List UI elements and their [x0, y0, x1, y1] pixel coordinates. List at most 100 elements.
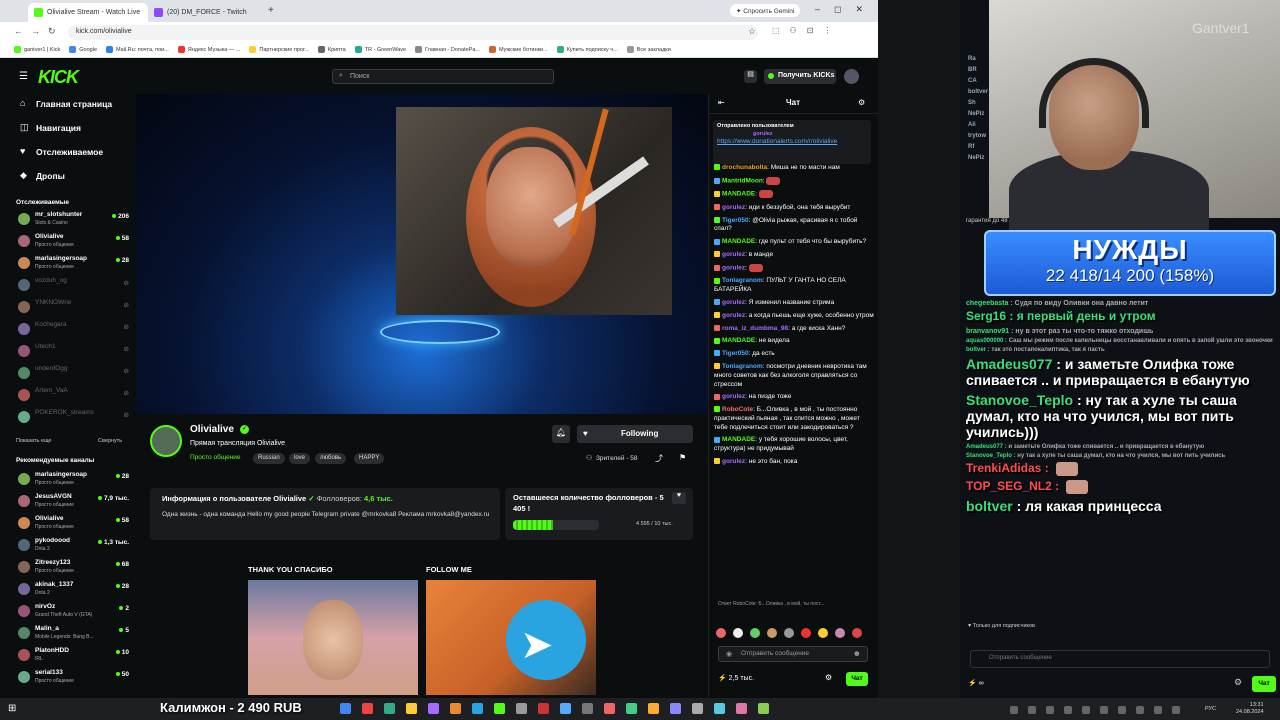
taskbar-app-icon[interactable]	[428, 703, 439, 714]
sidebar-channel[interactable]: pykodoood Dota 2 1,3 тыс.	[14, 536, 129, 556]
bookmark-item[interactable]: Мужские ботинки...	[488, 46, 548, 53]
clock[interactable]: 13:31 24.08.2024	[1236, 702, 1264, 716]
taskbar-app-icon[interactable]	[692, 703, 703, 714]
user-avatar[interactable]	[844, 69, 859, 84]
tray-icon[interactable]	[1046, 706, 1054, 714]
sidebar-channel[interactable]: Malin_a Mobile Legends: Bang B... 5	[14, 624, 129, 644]
bookmark-item[interactable]: Главная - DonatePa...	[415, 46, 480, 53]
bookmark-item[interactable]: Крипта	[317, 46, 346, 53]
nav-browse[interactable]: Навигация	[36, 123, 81, 133]
tab-twitch[interactable]: (20) DM_FORCE - Twitch	[148, 3, 266, 22]
overlay-gear-icon[interactable]: ⚙	[1234, 677, 1242, 688]
taskbar-app-icon[interactable]	[604, 703, 615, 714]
sidebar-channel[interactable]: YNKNOWne ⊘	[14, 298, 129, 318]
taskbar-app-icon[interactable]	[516, 703, 527, 714]
nav-drops[interactable]: Дропы	[36, 171, 65, 181]
streamer-name[interactable]: Olivialive	[190, 424, 234, 435]
chat-username[interactable]: gorulez	[722, 251, 745, 258]
tray-icon[interactable]	[1154, 706, 1162, 714]
star-icon[interactable]: ☆	[748, 26, 756, 37]
sidebar-channel[interactable]: Artem_VaA ⊘	[14, 386, 129, 406]
show-more-link[interactable]: Показать еще	[16, 438, 52, 444]
panel-image-thanks[interactable]	[248, 580, 418, 695]
chat-username[interactable]: MANDADE	[722, 191, 755, 198]
sidebar-channel[interactable]: Zitreezy123 Просто общение 68	[14, 558, 129, 578]
taskbar-app-icon[interactable]	[384, 703, 395, 714]
emote-icon[interactable]	[835, 628, 845, 638]
tag[interactable]: Russian	[253, 453, 285, 464]
tray-icon[interactable]	[1064, 706, 1072, 714]
bookmark-item[interactable]: TR - GreenWave	[354, 46, 406, 53]
taskbar-app-icon[interactable]	[538, 703, 549, 714]
nav-home[interactable]: Главная страница	[36, 99, 112, 109]
sidebar-channel[interactable]: mr_slotshunter Slots & Casino 206	[14, 210, 129, 230]
bookmark-item[interactable]: gantver1 | Kick	[14, 46, 60, 53]
sidebar-channel[interactable]: Olivialive Просто общение 58	[14, 514, 129, 534]
taskbar-app-icon[interactable]	[472, 703, 483, 714]
taskbar-app-icon[interactable]	[582, 703, 593, 714]
emote-icon[interactable]	[801, 628, 811, 638]
bookmark-item[interactable]: Google	[69, 46, 97, 53]
tray-icon[interactable]	[1010, 706, 1018, 714]
url-field[interactable]: kick.com/olivialive	[68, 25, 758, 40]
taskbar-app-icon[interactable]	[714, 703, 725, 714]
library-icon[interactable]: ▤	[744, 70, 757, 83]
sidebar-channel[interactable]: PlatonHDD IRL 10	[14, 646, 129, 666]
sidebar-channel[interactable]: marlasingersoap Просто общение 28	[14, 254, 129, 274]
tag[interactable]: HAPPY	[354, 453, 385, 464]
menu-icon[interactable]: ☰	[19, 71, 28, 82]
sidebar-channel[interactable]: Kochegara ⊘	[14, 320, 129, 340]
emote-icon[interactable]	[716, 628, 726, 638]
follow-button[interactable]: ♥ Following	[577, 425, 693, 443]
overlay-chat-input[interactable]: Отправить сообщение	[970, 650, 1270, 668]
chat-username[interactable]: gorulez	[722, 312, 745, 319]
sidebar-channel[interactable]: vozduh_og ⊘	[14, 276, 129, 296]
taskbar-app-icon[interactable]	[450, 703, 461, 714]
chat-username[interactable]: Tonlagranom	[722, 277, 763, 284]
report-icon[interactable]: ⚑	[679, 453, 686, 462]
start-icon[interactable]: ⊞	[8, 703, 16, 714]
get-kicks-button[interactable]: Получить KICKs	[764, 69, 836, 84]
sidebar-channel[interactable]: Utech1 ⊘	[14, 342, 129, 362]
bookmark-item[interactable]: Mail.Ru: почта, пои...	[106, 46, 169, 53]
tray-icon[interactable]	[1100, 706, 1108, 714]
emote-icon[interactable]	[733, 628, 743, 638]
sidebar-channel[interactable]: marlasingersoap Просто общение 28	[14, 470, 129, 490]
chat-username[interactable]: MANDADE	[722, 436, 755, 443]
taskbar-app-icon[interactable]	[340, 703, 351, 714]
chat-username[interactable]: MANDADE	[722, 337, 755, 344]
taskbar-app-icon[interactable]	[626, 703, 637, 714]
bookmark-item[interactable]: Купить подписку ч...	[556, 46, 618, 53]
tray-icon[interactable]	[1082, 706, 1090, 714]
chat-username[interactable]: gorulez	[722, 204, 745, 211]
chat-username[interactable]: Tiger050	[722, 217, 749, 224]
taskbar-app-icon[interactable]	[362, 703, 373, 714]
chat-username[interactable]: gorulez	[722, 265, 745, 272]
chat-username[interactable]: roma_iz_dumbma_98	[722, 325, 788, 332]
sidebar-channel[interactable]: akinak_1337 Dota 2 28	[14, 580, 129, 600]
chat-username[interactable]: drochunabolta	[722, 164, 767, 171]
emote-icon[interactable]	[750, 628, 760, 638]
taskbar-app-icon[interactable]	[648, 703, 659, 714]
share-icon[interactable]: ⤴	[655, 453, 663, 464]
chat-username[interactable]: gorulez	[722, 458, 745, 465]
bookmark-item[interactable]: Яндекс Музыка — ...	[177, 46, 240, 53]
sidebar-channel[interactable]: JesusAVGN Просто общение 7,9 тыс.	[14, 492, 129, 512]
emote-icon[interactable]	[767, 628, 777, 638]
sidebar-channel[interactable]: underdOgg ⊘	[14, 364, 129, 384]
taskbar-app-icon[interactable]	[670, 703, 681, 714]
tag[interactable]: love	[289, 453, 311, 464]
chat-gear-icon[interactable]: ⚙	[825, 673, 832, 682]
overlay-chat-icons[interactable]: ⚡ ∞	[968, 679, 984, 687]
nav-following[interactable]: Отслеживаемое	[36, 147, 103, 157]
tray-icon[interactable]	[1136, 706, 1144, 714]
bookmark-item[interactable]: Все закладки	[626, 46, 671, 53]
bookmark-item[interactable]: Партнерские прог...	[249, 46, 309, 53]
taskbar-app-icon[interactable]	[560, 703, 571, 714]
sidebar-channel[interactable]: nirvOz Grand Theft Auto V (GTA) 2	[14, 602, 129, 622]
tag[interactable]: любовь	[315, 453, 347, 464]
chat-username[interactable]: MantridMoon	[722, 178, 763, 185]
sidebar-channel[interactable]: Olivialive Просто общение 58	[14, 232, 129, 252]
overlay-send-button[interactable]: Чат	[1252, 676, 1276, 692]
emote-icon[interactable]	[784, 628, 794, 638]
